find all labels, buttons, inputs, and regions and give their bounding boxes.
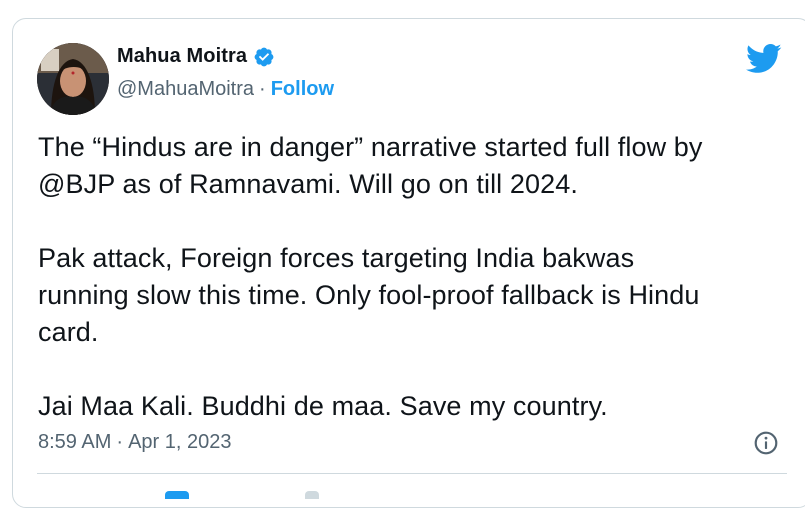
verified-badge-icon [253,46,275,68]
tweet-text: The “Hindus are in danger” narrative sta… [38,129,788,425]
author-handle[interactable]: @MahuaMoitra [117,78,254,101]
reply-icon[interactable] [305,491,319,499]
like-icon[interactable] [165,491,189,499]
tweet-paragraph: Jai Maa Kali. Buddhi de maa. Save my cou… [38,391,608,421]
author-display-name[interactable]: Mahua Moitra [117,45,247,68]
tweet-timestamp[interactable]: 8:59 AM · Apr 1, 2023 [38,431,231,454]
handle-separator: · [259,78,266,100]
twitter-bird-icon[interactable] [745,43,782,73]
tweet-paragraph: Pak attack, Foreign forces targeting Ind… [38,243,700,347]
author-handle-row: @MahuaMoitra · Follow [117,78,334,101]
info-icon[interactable] [753,430,779,456]
tweet-paragraph: The “Hindus are in danger” narrative sta… [38,132,703,199]
divider [37,473,787,474]
tweet-card: Mahua Moitra @MahuaMoitra · Follow The “… [12,18,805,508]
follow-button[interactable]: Follow [271,78,334,101]
author-name-row: Mahua Moitra [117,45,275,68]
tweet-time[interactable]: 8:59 AM [38,431,111,454]
timestamp-separator: · [116,431,124,453]
avatar[interactable] [37,43,109,115]
tweet-date[interactable]: Apr 1, 2023 [128,431,231,454]
